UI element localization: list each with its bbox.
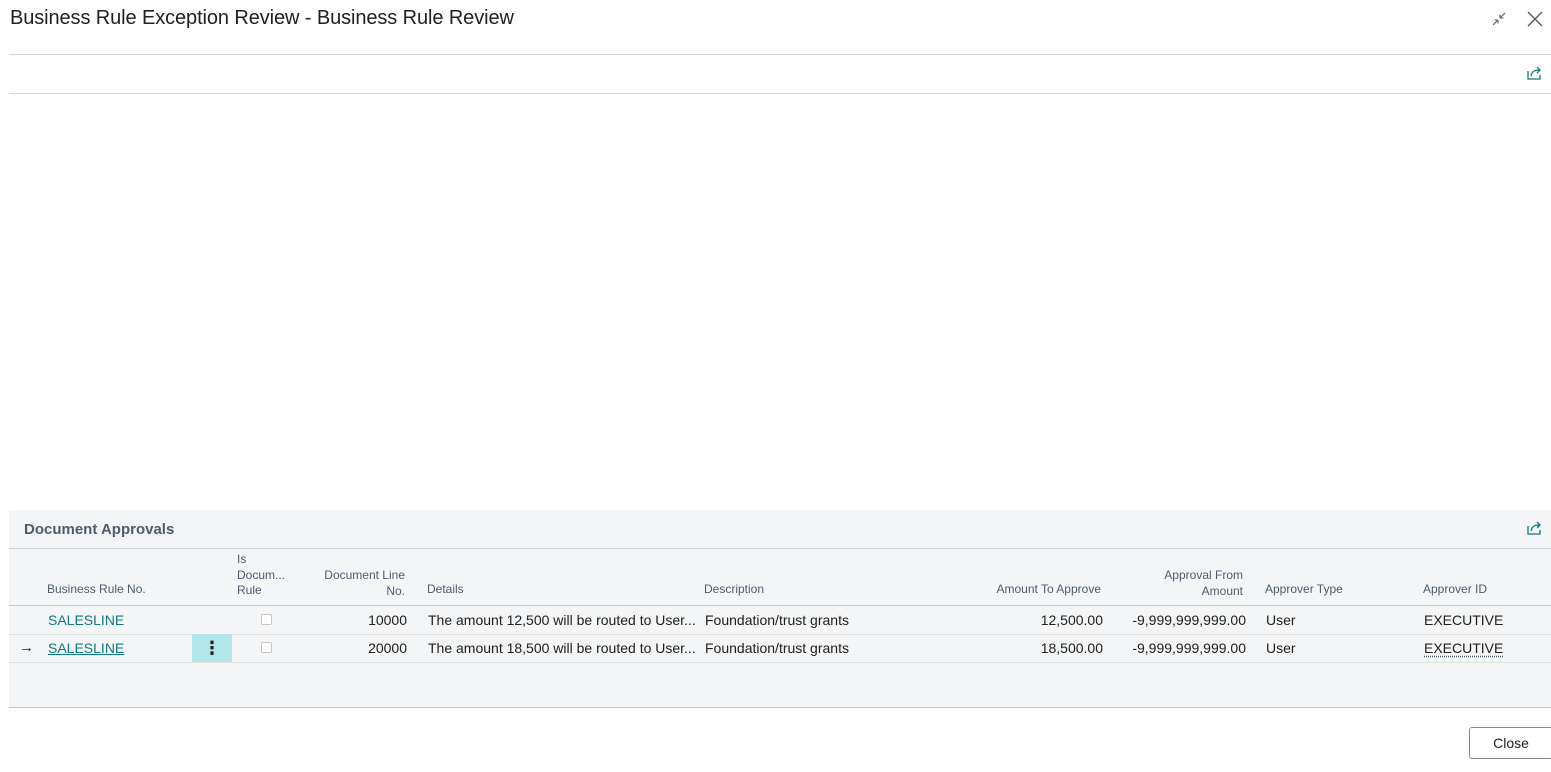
part-divider [9,548,1551,549]
share-icon [1527,521,1541,535]
table-row[interactable]: SALESLINE 10000 The amount 12,500 will b… [9,606,1551,635]
close-button[interactable]: Close [1469,727,1551,759]
approval-from-amount: -9,999,999,999.00 [1132,612,1246,628]
approver-id: EXECUTIVE [1424,612,1504,628]
document-approvals-part: Document Approvals Business Rule No. Is … [9,510,1551,708]
is-document-rule-checkbox[interactable] [261,614,272,625]
header-document-line-no[interactable]: Document Line No. [305,568,405,599]
header-approver-id[interactable]: Approver ID [1423,582,1487,598]
header-amount-to-approve[interactable]: Amount To Approve [961,582,1101,598]
business-rule-no-link[interactable]: SALESLINE [48,634,188,662]
approval-from-amount: -9,999,999,999.00 [1132,640,1246,656]
header-divider [9,54,1551,55]
description-cell: Foundation/trust grants [705,640,849,656]
business-rule-no-link[interactable]: SALESLINE [48,606,188,634]
table-row-selected[interactable]: → SALESLINE ⋮ 20000 The amount 18,500 wi… [9,634,1551,663]
header-description[interactable]: Description [704,582,764,598]
amount-to-approve: 12,500.00 [1040,612,1103,628]
share-button[interactable] [1523,62,1545,84]
header-approval-from-amount[interactable]: Approval From Amount [1123,568,1243,599]
document-line-no: 10000 [368,612,407,628]
collapse-arrows-icon [1492,12,1506,26]
close-window-button[interactable] [1522,6,1548,32]
header-details[interactable]: Details [427,582,464,598]
approver-type: User [1266,612,1296,628]
collapse-button[interactable] [1486,6,1512,32]
part-title: Document Approvals [24,521,175,538]
row-actions-menu-button[interactable]: ⋮ [192,634,232,662]
amount-to-approve: 18,500.00 [1040,640,1103,656]
header-business-rule-no[interactable]: Business Rule No. [47,582,146,598]
row-selected-arrow-icon: → [19,639,34,656]
document-line-no: 20000 [368,640,407,656]
vertical-ellipsis-icon: ⋮ [203,637,221,658]
header-approver-type[interactable]: Approver Type [1265,582,1343,598]
details-cell: The amount 18,500 will be routed to User… [428,640,696,656]
description-cell: Foundation/trust grants [705,612,849,628]
share-icon [1527,66,1541,80]
toolbar-divider [9,93,1551,94]
close-icon [1527,11,1543,27]
approver-id-lookup[interactable]: EXECUTIVE [1424,634,1544,662]
approver-type: User [1266,640,1296,656]
details-cell: The amount 12,500 will be routed to User… [428,612,696,628]
is-document-rule-checkbox[interactable] [261,642,272,653]
page-title: Business Rule Exception Review - Busines… [10,7,514,29]
header-is-document-rule[interactable]: Is Docum... Rule [237,552,285,599]
part-share-button[interactable] [1523,517,1545,539]
